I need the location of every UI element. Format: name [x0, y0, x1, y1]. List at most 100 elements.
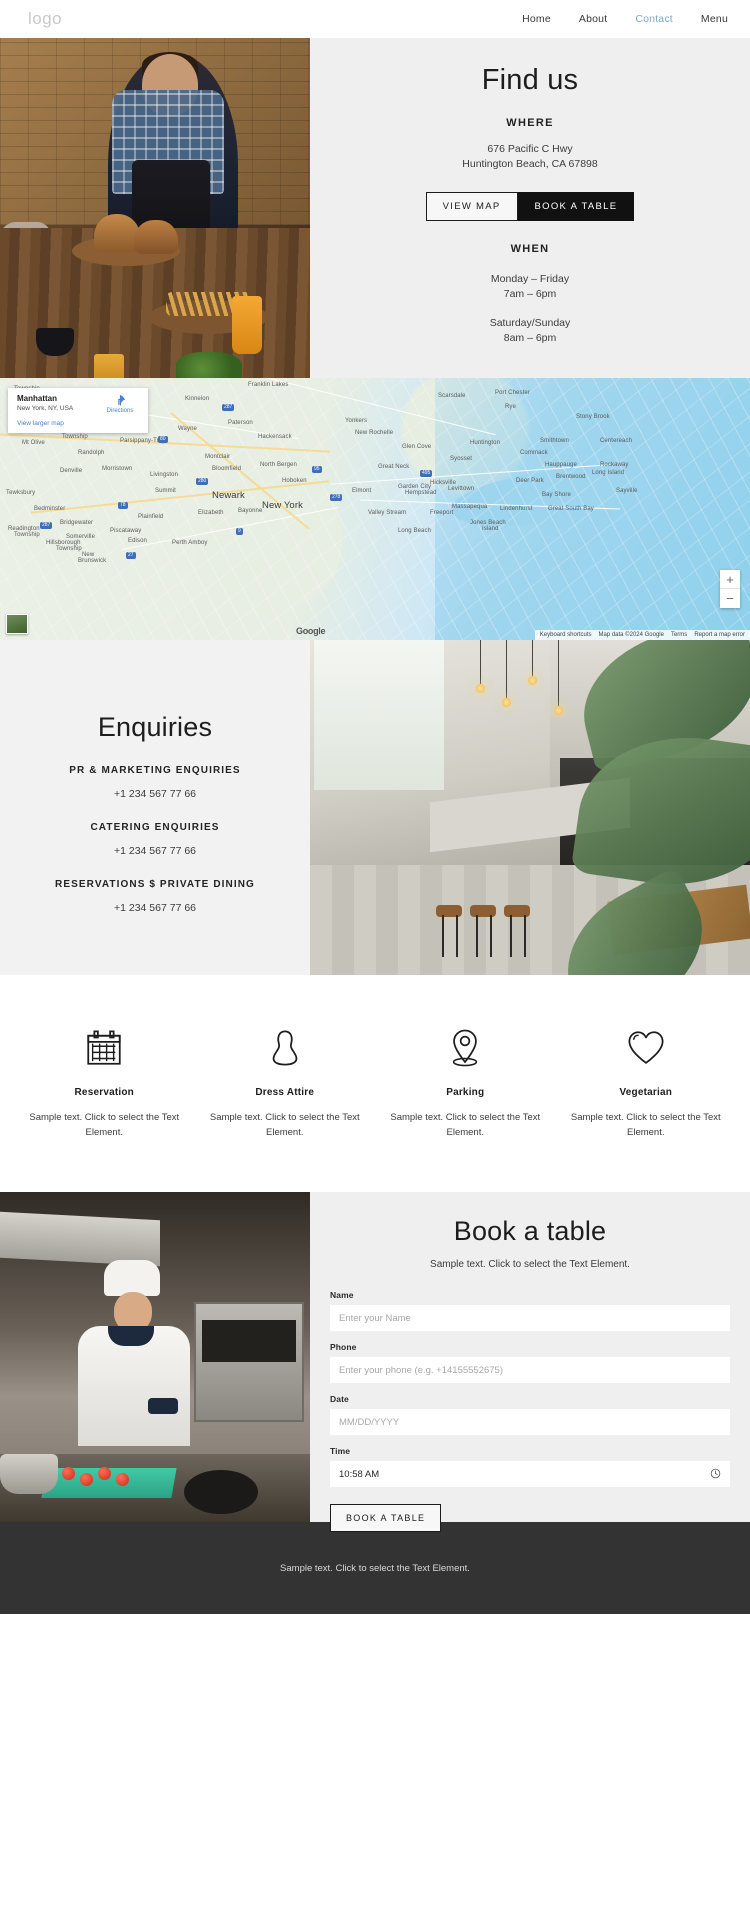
- map-label: Piscataway: [110, 528, 142, 534]
- features-section: Reservation Sample text. Click to select…: [0, 975, 750, 1192]
- map-label: Elizabeth: [198, 510, 224, 516]
- site-footer: Sample text. Click to select the Text El…: [0, 1522, 750, 1614]
- google-map[interactable]: Township Kinnelon Franklin Lakes Scarsdale P…: [0, 378, 750, 640]
- map-label: Levittown: [448, 486, 475, 492]
- map-label: Elmont: [352, 488, 372, 494]
- nav-item-about[interactable]: About: [579, 13, 607, 25]
- terms-link[interactable]: Terms: [671, 632, 687, 638]
- feature-parking: Parking Sample text. Click to select the…: [375, 1023, 556, 1140]
- book-a-table-button[interactable]: BOOK A TABLE: [517, 192, 635, 221]
- view-map-button[interactable]: VIEW MAP: [425, 192, 518, 221]
- map-label: Morristown: [102, 466, 133, 472]
- map-label: Freeport: [430, 510, 454, 516]
- find-us-section: Find us WHERE 676 Pacific C Hwy Huntingt…: [0, 38, 750, 378]
- feature-title: Vegetarian: [619, 1087, 673, 1098]
- map-label: Franklin Lakes: [248, 382, 289, 388]
- map-label: Plainfield: [138, 514, 164, 520]
- site-logo[interactable]: logo: [28, 9, 62, 29]
- weekend-days: Saturday/Sunday: [489, 317, 571, 329]
- map-label: Rye: [505, 404, 516, 410]
- map-label: Long Island: [592, 470, 625, 476]
- map-label: Mt Olive: [22, 440, 45, 446]
- map-label: Edison: [128, 538, 147, 544]
- view-larger-map-link[interactable]: View larger map: [17, 420, 140, 427]
- booking-form-panel: Book a table Sample text. Click to selec…: [310, 1192, 750, 1532]
- nav-item-home[interactable]: Home: [522, 13, 551, 25]
- map-label: Brentwood: [556, 474, 586, 480]
- nav-item-contact[interactable]: Contact: [635, 13, 673, 25]
- map-label: Bridgewater: [60, 520, 94, 526]
- date-input[interactable]: [330, 1409, 730, 1435]
- map-zoom-controls[interactable]: + −: [720, 570, 740, 608]
- map-label: Great South Bay: [548, 506, 594, 512]
- enquiry-phone-reservations[interactable]: +1 234 567 77 66: [114, 902, 196, 914]
- enquiry-phone-catering[interactable]: +1 234 567 77 66: [114, 845, 196, 857]
- opening-hours: Monday – Friday 7am – 6pm Saturday/Sunda…: [490, 272, 571, 346]
- map-highway-shield: 495: [420, 470, 433, 477]
- map-label: Hauppauge: [545, 462, 577, 468]
- weekend-hours: 8am – 6pm: [503, 332, 557, 344]
- enquiries-title: Enquiries: [97, 711, 213, 742]
- directions-button[interactable]: Directions: [100, 394, 140, 414]
- feature-title: Dress Attire: [255, 1087, 315, 1098]
- enquiry-phone-pr[interactable]: +1 234 567 77 66: [114, 788, 196, 800]
- phone-label: Phone: [330, 1342, 357, 1352]
- map-label: New York: [262, 500, 303, 511]
- map-label: Valley Stream: [368, 510, 407, 516]
- map-label: Brunswick: [78, 558, 107, 564]
- phone-input[interactable]: [330, 1357, 730, 1383]
- map-label: Port Chester: [495, 390, 530, 396]
- map-label: Summit: [155, 488, 176, 494]
- map-label: Commack: [520, 450, 548, 456]
- map-label: Randolph: [78, 450, 105, 456]
- time-input[interactable]: [330, 1461, 730, 1487]
- enquiry-category-reservations: RESERVATIONS $ PRIVATE DINING: [55, 878, 255, 890]
- zoom-out-button[interactable]: −: [720, 589, 740, 608]
- time-field-wrapper: [330, 1461, 730, 1498]
- map-highway-shield: 9: [236, 528, 243, 535]
- name-label: Name: [330, 1290, 354, 1300]
- zoom-in-button[interactable]: +: [720, 570, 740, 589]
- person-icon: [264, 1023, 306, 1073]
- find-us-info: Find us WHERE 676 Pacific C Hwy Huntingt…: [310, 38, 750, 378]
- nav-item-menu[interactable]: Menu: [701, 13, 728, 25]
- booking-title: Book a table: [453, 1216, 607, 1246]
- booking-subtitle: Sample text. Click to select the Text El…: [430, 1259, 630, 1270]
- map-streetview-thumbnail[interactable]: [6, 614, 28, 634]
- report-map-error-link[interactable]: Report a map error: [694, 632, 745, 638]
- feature-text: Sample text. Click to select the Text El…: [570, 1112, 721, 1138]
- map-label: Township: [62, 434, 88, 440]
- map-highway-shield: 287: [40, 522, 53, 529]
- address-line-2: Huntington Beach, CA 67898: [462, 158, 598, 170]
- keyboard-shortcuts-link[interactable]: Keyboard shortcuts: [540, 632, 592, 638]
- find-us-buttons: VIEW MAP BOOK A TABLE: [425, 192, 635, 221]
- map-highway-shield: 280: [196, 478, 209, 485]
- map-label: Bedminster: [34, 506, 66, 512]
- map-data-credit: Map data ©2024 Google: [598, 632, 664, 638]
- map-label: Rockaway: [600, 462, 629, 468]
- map-highway-shield: 278: [330, 494, 343, 501]
- feature-text: Sample text. Click to select the Text El…: [390, 1112, 541, 1138]
- enquiry-category-pr: PR & MARKETING ENQUIRIES: [69, 764, 241, 776]
- booking-section: Book a table Sample text. Click to selec…: [0, 1192, 750, 1532]
- chef-kitchen-photo: [0, 1192, 310, 1522]
- map-label: Bayonne: [238, 508, 263, 514]
- weekday-days: Monday – Friday: [490, 273, 570, 285]
- map-highway-shield: 287: [222, 404, 235, 411]
- map-label: Denville: [60, 468, 83, 474]
- map-card-title: Manhattan: [17, 394, 57, 403]
- map-label: Newark: [212, 490, 245, 501]
- map-label: Bay Shore: [542, 492, 571, 498]
- name-input[interactable]: [330, 1305, 730, 1331]
- map-label: Kinnelon: [185, 396, 210, 402]
- restaurant-server-photo: [0, 38, 310, 378]
- map-location-card[interactable]: Manhattan New York, NY, USA Directions V…: [8, 388, 148, 433]
- map-label: Smithtown: [540, 438, 569, 444]
- map-label: Long Beach: [398, 528, 432, 534]
- map-label: Montclair: [205, 454, 231, 460]
- booking-submit-button[interactable]: BOOK A TABLE: [330, 1504, 442, 1532]
- main-navigation: Home About Contact Menu: [522, 13, 728, 25]
- map-label: Stony Brook: [576, 414, 610, 420]
- enquiry-category-catering: CATERING ENQUIRIES: [90, 821, 220, 833]
- directions-label: Directions: [106, 408, 134, 414]
